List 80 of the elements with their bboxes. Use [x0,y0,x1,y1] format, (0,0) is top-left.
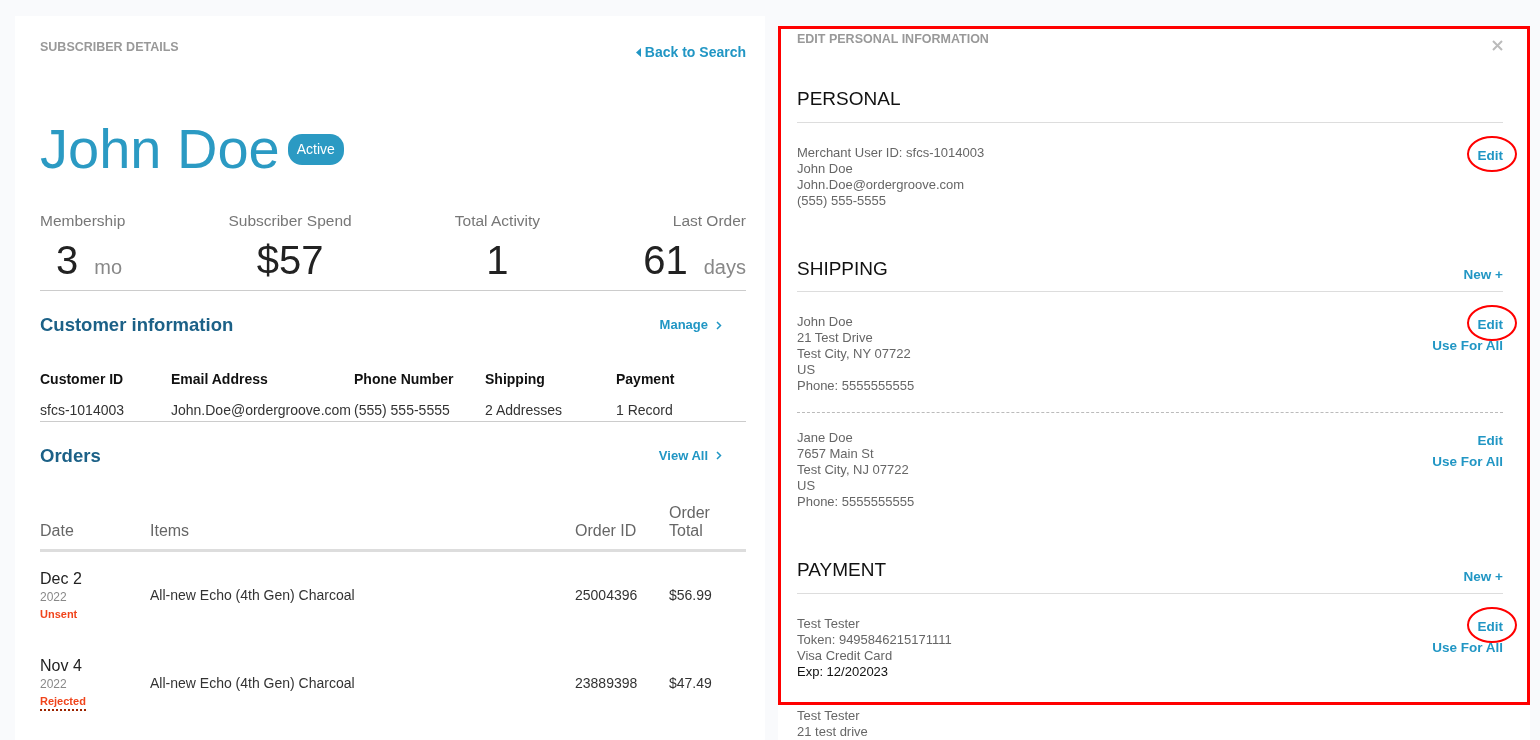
entry-link[interactable]: Edit [1477,618,1503,634]
entry-line: Test Tester [797,707,861,724]
table-cell-text: 23889398 [575,674,638,694]
stat-label: Membership [40,211,126,231]
entry-line: 7657 Main St [797,446,875,462]
order-date: Nov 4 [40,655,82,675]
entry-link[interactable]: Edit [1477,433,1503,448]
table-cell-text: $56.99 [669,586,712,606]
table-cell-text: All-new Echo (4th Gen) Charcoal [150,674,355,694]
table-cell-text: John.Doe@ordergroove.com [171,401,352,420]
chevron-right-icon [716,451,722,461]
status-pill: Active [287,133,344,165]
order-year: 2022 [40,588,67,606]
stat-unit: mo [94,255,123,281]
column-header: Order Total [669,503,711,541]
new-link[interactable]: New + [1463,567,1503,585]
entry-line: US [797,362,817,378]
column-header: Email Address [171,370,269,389]
stat-unit: days [703,255,746,281]
entry-link[interactable]: Edit [1477,147,1503,163]
entry-link[interactable]: Use For All [1432,454,1503,469]
column-header: Payment [616,370,676,389]
table-cell-text: 2 Addresses [485,401,564,420]
page-title: SUBSCRIBER DETAILS [40,39,179,56]
panel-title: EDIT PERSONAL INFORMATION [797,31,989,48]
table-cell-text: (555) 555-5555 [354,401,451,420]
subscriber-name: John Doe [40,121,280,177]
section-link[interactable]: View All [658,446,722,466]
section-title: PAYMENT [797,558,887,582]
stat-value: 3 [56,240,79,281]
column-header: Shipping [485,370,546,389]
entry-line: John Doe [797,160,854,177]
table-cell-text: 25004396 [575,586,638,606]
caret-left-icon [635,48,641,57]
entry-line: Jane Doe [797,430,854,446]
order-date: Dec 2 [40,568,82,588]
stat-label: Last Order [672,211,746,231]
column-header: Items [150,522,190,541]
entry-line: Phone: 5555555555 [797,494,915,510]
stat-value: $57 [256,240,324,281]
stat-label: Total Activity [454,211,541,231]
stat-label: Subscriber Spend [228,211,352,231]
stat-value: 61 [643,240,688,281]
entry-line: Visa Credit Card [797,647,894,664]
order-status: Rejected [40,692,86,712]
back-link[interactable]: Back to Search [635,42,746,63]
column-header: Customer ID [40,370,125,389]
entry-line: Token: 9495846215171111 [797,631,952,648]
section-link[interactable]: Manage [659,315,722,335]
entry-line: John Doe [797,314,854,330]
entry-line: 21 test drive [797,723,868,740]
entry-link[interactable]: Use For All [1432,338,1503,353]
column-header: Date [40,522,74,541]
column-header: Phone Number [354,370,455,389]
table-cell-text: All-new Echo (4th Gen) Charcoal [150,586,355,606]
entry-line: Test City, NJ 07722 [797,462,910,478]
order-status: Unsent [40,606,78,622]
section-heading: Customer information [40,313,234,338]
column-header: Order ID [575,522,637,541]
stat-value: 1 [486,240,509,281]
entry-link[interactable]: Use For All [1432,639,1503,655]
entry-line: US [797,478,817,494]
entry-line: Merchant User ID: sfcs-1014003 [797,144,985,161]
entry-line: 21 Test Drive [797,330,874,346]
new-link[interactable]: New + [1463,266,1503,283]
entry-line: (555) 555-5555 [797,192,887,209]
table-cell-text: 1 Record [616,401,674,420]
order-year: 2022 [40,675,67,693]
entry-line: Test City, NY 07722 [797,346,912,362]
entry-line: Test Tester [797,615,861,632]
entry-line: Phone: 5555555555 [797,378,915,394]
section-heading: Orders [40,444,101,468]
expiry-line: Exp: 12/202023 [797,663,890,680]
entry-line: John.Doe@ordergroove.com [797,176,966,193]
section-title: SHIPPING [797,256,888,281]
section-title: PERSONAL [797,87,901,111]
entry-link[interactable]: Edit [1477,317,1503,332]
table-cell-text: $47.49 [669,674,712,694]
table-cell-text: sfcs-1014003 [40,401,126,420]
chevron-right-icon [716,320,722,330]
